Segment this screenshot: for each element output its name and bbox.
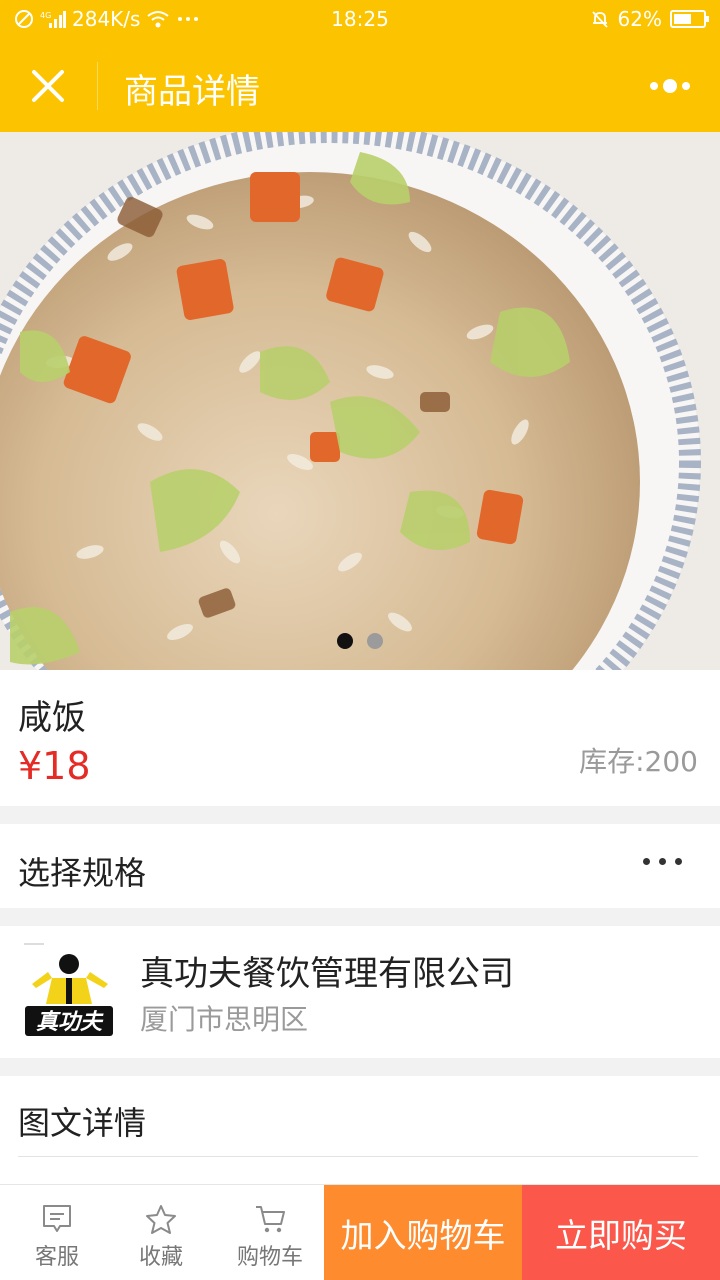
product-info-card: 咸饭 ¥18 库存:200 — [0, 670, 720, 806]
bottom-action-bar: 客服 收藏 购物车 加入购物车 立即购买 — [0, 1184, 720, 1280]
star-icon — [146, 1205, 176, 1234]
status-bar: 4G 284K/s 18:25 62% — [0, 0, 720, 40]
page-title: 商品详情 — [124, 72, 260, 112]
cart-label: 购物车 — [236, 1245, 303, 1270]
spec-selector[interactable]: 选择规格 — [0, 824, 720, 908]
svg-text:真功夫: 真功夫 — [36, 1010, 104, 1035]
battery-icon — [670, 10, 709, 28]
product-name: 咸饭 — [18, 698, 86, 738]
carousel-dot[interactable] — [337, 633, 353, 649]
status-right: 62% — [590, 7, 709, 31]
shopping-cart-icon — [256, 1206, 285, 1233]
product-image-carousel[interactable] — [0, 132, 720, 670]
product-price: ¥18 — [18, 744, 91, 788]
shop-name: 真功夫餐饮管理有限公司 — [140, 954, 514, 994]
product-stock: 库存:200 — [579, 745, 698, 778]
shop-logo: 真功夫 — [22, 942, 116, 1042]
customer-service-label: 客服 — [34, 1245, 79, 1270]
shop-address: 厦门市思明区 — [140, 1003, 309, 1036]
battery-fill — [674, 14, 692, 24]
kungfu-logo-icon: 真功夫 — [22, 942, 116, 1042]
product-photo — [0, 132, 720, 670]
close-icon — [32, 70, 64, 102]
close-button[interactable] — [24, 62, 72, 110]
favorite-button[interactable]: 收藏 — [116, 1185, 206, 1280]
add-to-cart-button[interactable]: 加入购物车 — [324, 1185, 522, 1280]
more-button[interactable] — [650, 72, 694, 100]
more-dots-icon — [650, 79, 690, 93]
battery-percent: 62% — [617, 7, 662, 31]
carousel-indicator — [0, 633, 720, 649]
detail-title: 图文详情 — [18, 1104, 147, 1142]
detail-section: 图文详情 — [0, 1076, 720, 1186]
customer-service-button[interactable]: 客服 — [12, 1185, 102, 1280]
nav-divider — [97, 62, 98, 110]
chat-icon — [43, 1205, 71, 1232]
shop-card[interactable]: 真功夫 真功夫餐饮管理有限公司 厦门市思明区 — [0, 926, 720, 1058]
mute-bell-icon — [591, 11, 608, 28]
detail-divider — [18, 1156, 698, 1157]
cart-button[interactable]: 购物车 — [222, 1185, 318, 1280]
carousel-dot[interactable] — [367, 633, 383, 649]
nav-bar: 商品详情 — [0, 40, 720, 132]
favorite-label: 收藏 — [138, 1245, 183, 1270]
spec-more-icon — [643, 858, 682, 865]
buy-now-button[interactable]: 立即购买 — [522, 1185, 720, 1280]
spec-label: 选择规格 — [18, 854, 147, 892]
